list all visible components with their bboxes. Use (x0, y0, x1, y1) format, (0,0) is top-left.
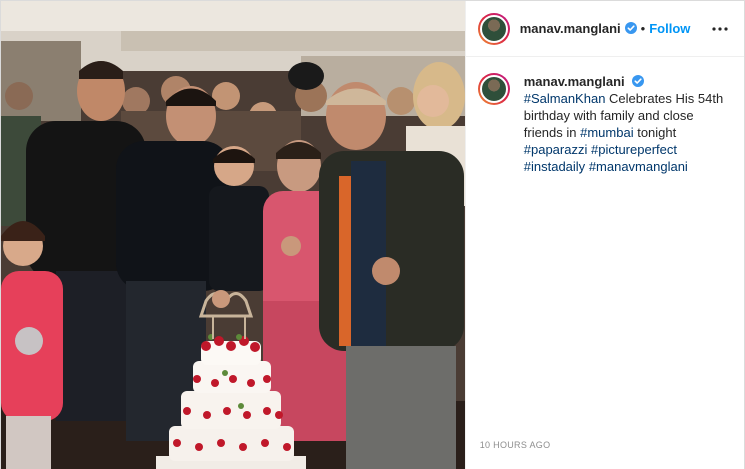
header-username[interactable]: manav.manglani (520, 21, 621, 36)
hashtag-pictureperfect[interactable]: #pictureperfect (591, 142, 677, 157)
hashtag-paparazzi[interactable]: #paparazzi (524, 142, 588, 157)
verified-badge-icon (621, 20, 637, 38)
more-options-icon[interactable] (708, 17, 732, 41)
caption-text: manav.manglani #SalmanKhan Celebrates Hi… (524, 73, 724, 175)
separator-dot: • (640, 21, 646, 36)
avatar[interactable] (477, 12, 510, 45)
hashtag-mumbai[interactable]: #mumbai (580, 125, 633, 140)
instagram-post: manav.manglani • Follow manav.manglani #… (0, 0, 745, 469)
follow-button[interactable]: Follow (649, 21, 690, 36)
post-timestamp[interactable]: 10 HOURS AGO (480, 440, 551, 450)
post-header: manav.manglani • Follow (465, 1, 744, 57)
post-photo[interactable] (1, 1, 465, 469)
caption-avatar[interactable] (477, 73, 510, 105)
post-caption: manav.manglani #SalmanKhan Celebrates Hi… (466, 57, 744, 175)
caption-body-2: tonight (637, 125, 677, 140)
birthday-party-photo (1, 1, 465, 469)
hashtag-manavmanglani[interactable]: #manavmanglani (589, 159, 688, 174)
verified-badge-icon (628, 74, 645, 89)
mention-salmankhan[interactable]: #SalmanKhan (524, 91, 606, 106)
hashtag-instadaily[interactable]: #instadaily (524, 159, 585, 174)
caption-username[interactable]: manav.manglani (524, 74, 625, 89)
post-side-panel: manav.manglani • Follow manav.manglani #… (464, 1, 744, 469)
